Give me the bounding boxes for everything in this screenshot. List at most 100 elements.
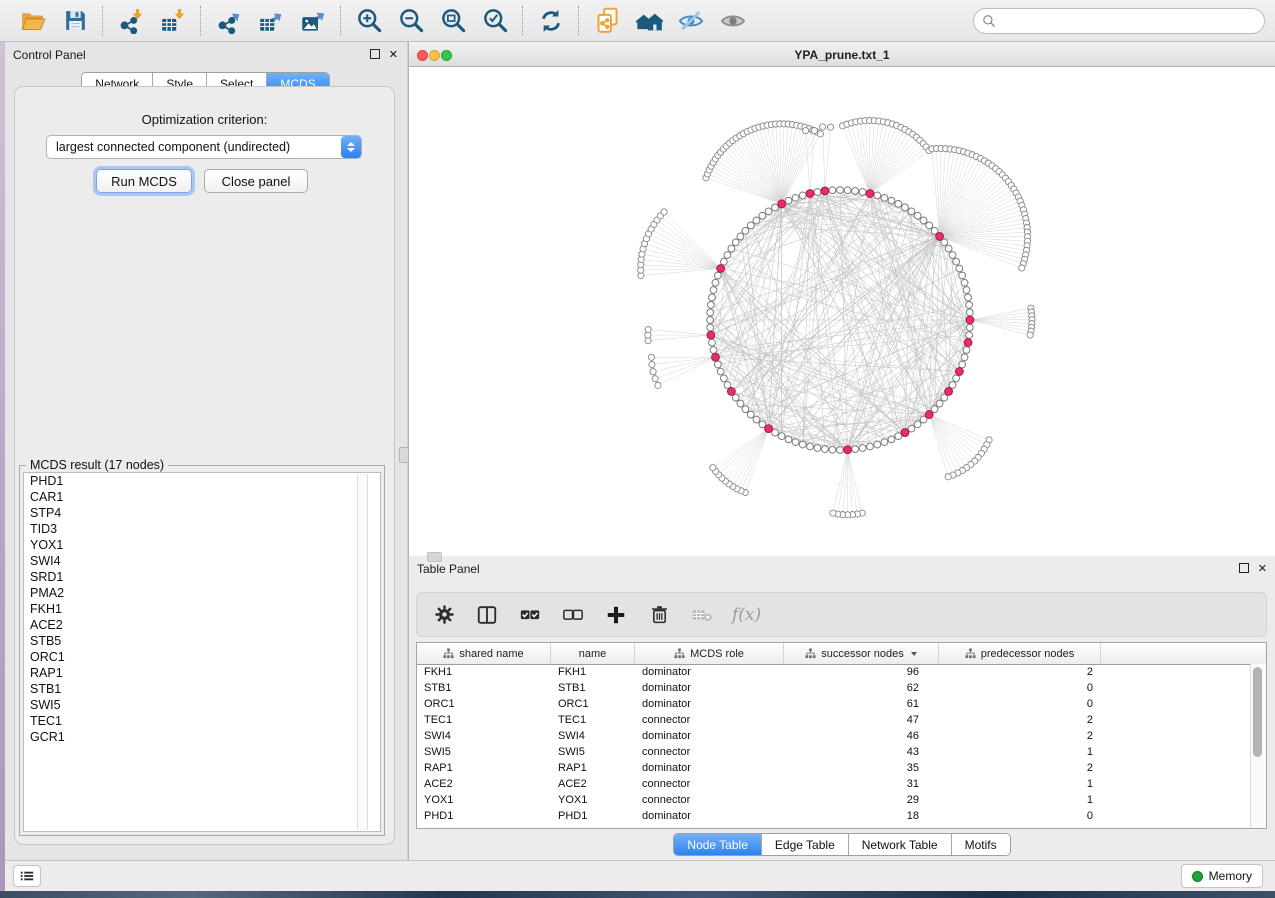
close-panel-icon[interactable]: ✕ [1258, 564, 1267, 575]
search-input[interactable] [996, 13, 1256, 29]
float-panel-icon[interactable] [1239, 563, 1249, 576]
toolbar-group-refresh [524, 4, 578, 38]
tab-network-table[interactable]: Network Table [849, 834, 952, 855]
attribute-tree-icon [674, 648, 685, 659]
table-scrollbar[interactable] [1250, 664, 1266, 828]
list-item[interactable]: ACE2 [24, 617, 380, 633]
column-header-predecessor-nodes[interactable]: predecessor nodes [939, 643, 1101, 664]
delete-column-button[interactable] [646, 602, 672, 628]
list-scrollbar[interactable] [357, 474, 368, 830]
table-row[interactable]: YOX1YOX1 connector29 1 [417, 792, 1266, 808]
table-row[interactable]: ACE2ACE2 connector31 1 [417, 776, 1266, 792]
tab-motifs[interactable]: Motifs [952, 834, 1010, 855]
table-scrollbar-thumb[interactable] [1253, 667, 1262, 757]
memory-button[interactable]: Memory [1181, 864, 1263, 888]
table-row[interactable]: PHD1PHD1 dominator18 0 [417, 808, 1266, 824]
list-item[interactable]: TID3 [24, 521, 380, 537]
hide-selected-button[interactable] [674, 4, 708, 38]
list-item[interactable]: STP4 [24, 505, 380, 521]
horizontal-splitter-grip[interactable] [427, 552, 442, 562]
list-item[interactable]: ORC1 [24, 649, 380, 665]
export-image-button[interactable] [296, 4, 330, 38]
first-neighbors-button[interactable] [632, 4, 666, 38]
list-item[interactable]: TEC1 [24, 713, 380, 729]
export-image-icon [300, 7, 327, 34]
create-column-button[interactable] [603, 602, 629, 628]
table-row[interactable]: ORC1ORC1 dominator61 0 [417, 696, 1266, 712]
export-network-icon [216, 8, 242, 34]
show-eye-icon [719, 7, 747, 35]
export-table-button[interactable] [254, 4, 288, 38]
table-row[interactable]: SWI5SWI5 connector43 1 [417, 744, 1266, 760]
list-item[interactable]: FKH1 [24, 601, 380, 617]
close-panel-button[interactable]: Close panel [204, 169, 308, 193]
column-label: name [579, 648, 607, 660]
desktop-wallpaper-bottom [0, 891, 1275, 898]
list-item[interactable]: STB5 [24, 633, 380, 649]
show-all-button[interactable] [716, 4, 750, 38]
list-item[interactable]: SRD1 [24, 569, 380, 585]
toolbar-group-import [104, 4, 200, 38]
clone-network-icon [594, 7, 621, 34]
deselect-all-rows-button[interactable] [560, 602, 586, 628]
zoom-out-button[interactable] [394, 4, 428, 38]
zoom-selected-button[interactable] [478, 4, 512, 38]
export-network-button[interactable] [212, 4, 246, 38]
zoom-out-icon [398, 7, 425, 34]
table-row[interactable]: RAP1RAP1 dominator35 2 [417, 760, 1266, 776]
zoom-in-button[interactable] [352, 4, 386, 38]
sort-chevron-icon [911, 652, 917, 656]
import-table-button[interactable] [156, 4, 190, 38]
refresh-button[interactable] [534, 4, 568, 38]
table-panel-header: Table Panel ✕ [409, 556, 1275, 582]
table-settings-button[interactable] [431, 602, 457, 628]
list-item[interactable]: RAP1 [24, 665, 380, 681]
show-panel-list-button[interactable] [13, 865, 41, 887]
list-item[interactable]: STB1 [24, 681, 380, 697]
list-item[interactable]: GCR1 [24, 729, 380, 745]
network-canvas[interactable] [409, 67, 1275, 556]
criterion-dropdown[interactable]: largest connected component (undirected) [46, 135, 362, 159]
control-panel-title: Control Panel [13, 48, 86, 62]
hide-eye-icon [677, 7, 705, 35]
table-row[interactable]: FKH1FKH1 dominator96 2 [417, 664, 1266, 680]
select-all-rows-button[interactable] [517, 602, 543, 628]
list-item[interactable]: PMA2 [24, 585, 380, 601]
show-columns-button[interactable] [474, 602, 500, 628]
table-header-row: shared name name MCDS role [417, 643, 1266, 665]
save-session-button[interactable] [58, 4, 92, 38]
list-item[interactable]: SWI5 [24, 697, 380, 713]
table-row[interactable]: STB1STB1 dominator62 0 [417, 680, 1266, 696]
table-body: FKH1FKH1 dominator96 2 STB1STB1 dominato… [417, 664, 1266, 828]
function-builder-label: f(x) [732, 605, 761, 625]
column-header-shared-name[interactable]: shared name [417, 643, 551, 664]
column-header-filler [1101, 643, 1266, 664]
clone-network-button[interactable] [590, 4, 624, 38]
table-row[interactable]: TEC1TEC1 connector47 2 [417, 712, 1266, 728]
table-row[interactable]: SWI4SWI4 dominator46 2 [417, 728, 1266, 744]
network-window-titlebar[interactable]: YPA_prune.txt_1 [409, 42, 1275, 67]
list-item[interactable]: YOX1 [24, 537, 380, 553]
list-item[interactable]: CAR1 [24, 489, 380, 505]
column-header-successor-nodes[interactable]: successor nodes [784, 643, 939, 664]
close-panel-icon[interactable]: ✕ [389, 50, 398, 61]
column-header-mcds-role[interactable]: MCDS role [635, 643, 784, 664]
vertical-splitter-grip[interactable] [399, 447, 409, 463]
run-mcds-button[interactable]: Run MCDS [96, 169, 192, 193]
list-item[interactable]: SWI4 [24, 553, 380, 569]
float-panel-icon[interactable] [370, 49, 380, 62]
table-toolbar: f(x) [416, 592, 1267, 637]
zoom-selected-icon [482, 7, 509, 34]
network-window-title: YPA_prune.txt_1 [409, 42, 1275, 67]
list-item[interactable]: PHD1 [24, 473, 380, 489]
open-file-button[interactable] [16, 4, 50, 38]
fit-content-button[interactable] [436, 4, 470, 38]
toolbar-group-view [580, 4, 760, 38]
delete-table-button-disabled [689, 602, 715, 628]
tab-edge-table[interactable]: Edge Table [762, 834, 849, 855]
list-icon [20, 869, 34, 883]
mcds-result-list[interactable]: PHD1 CAR1 STP4 TID3 YOX1 SWI4 SRD1 PMA2 … [23, 472, 381, 832]
column-header-name[interactable]: name [551, 643, 635, 664]
import-network-button[interactable] [114, 4, 148, 38]
tab-node-table[interactable]: Node Table [674, 834, 762, 855]
